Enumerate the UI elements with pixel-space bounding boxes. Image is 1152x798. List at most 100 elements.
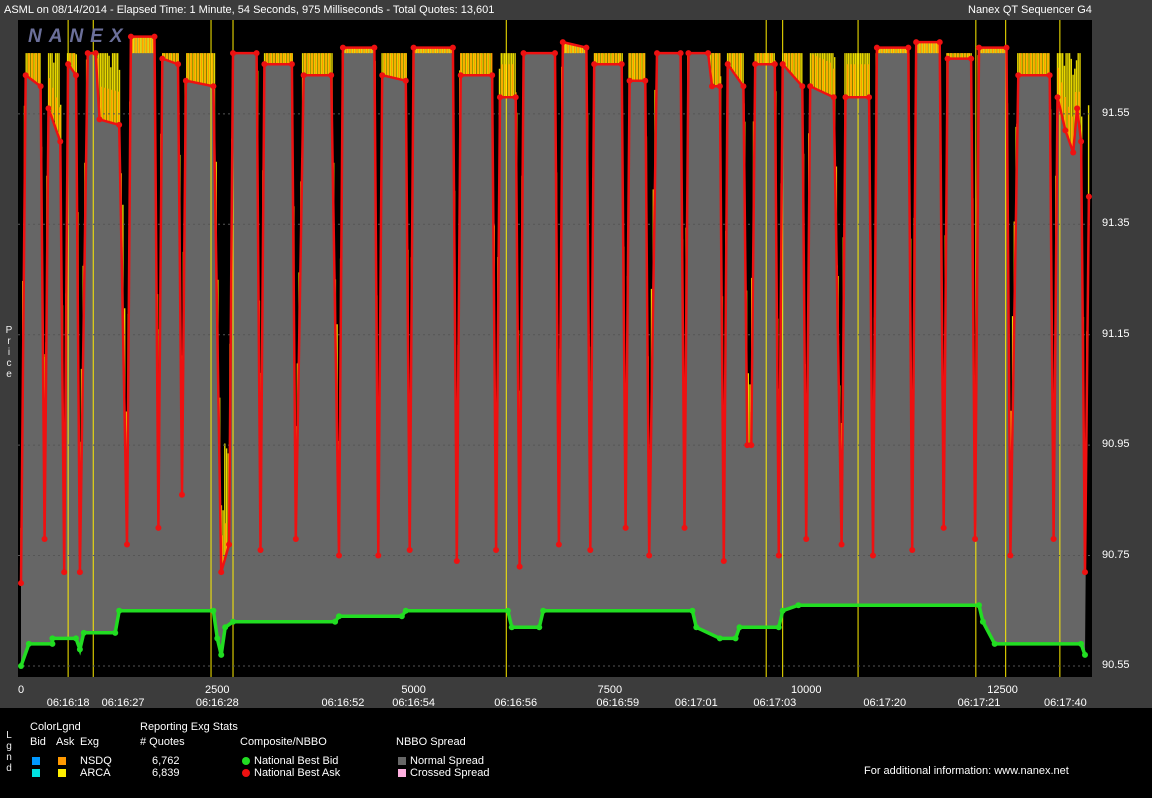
nbo-marker bbox=[242, 769, 250, 777]
quotes-header: # Quotes bbox=[140, 736, 185, 748]
nbo-point bbox=[779, 61, 786, 68]
nbo-point bbox=[288, 61, 295, 68]
nbo-point bbox=[1050, 535, 1057, 542]
nbb-point bbox=[775, 624, 782, 631]
nbo-point bbox=[909, 547, 916, 554]
info-link[interactable]: For additional information: www.nanex.ne… bbox=[864, 765, 1069, 777]
nbo-point bbox=[41, 535, 48, 542]
nbo-point bbox=[371, 44, 378, 51]
nbo-point bbox=[512, 94, 519, 101]
legend-label-letter: n bbox=[6, 752, 12, 763]
nbo-point bbox=[587, 547, 594, 554]
exchange-name: NSDQ bbox=[80, 755, 112, 767]
nbo-point bbox=[300, 72, 307, 79]
nbb-point bbox=[402, 607, 409, 614]
nbo-point bbox=[842, 94, 849, 101]
nbo-point bbox=[182, 77, 189, 84]
normal-spread-swatch bbox=[398, 757, 406, 765]
nbb-point bbox=[332, 618, 339, 625]
nbo-point bbox=[328, 72, 335, 79]
nbo-point bbox=[748, 442, 755, 449]
nbo-point bbox=[830, 94, 837, 101]
nbo-point bbox=[489, 72, 496, 79]
y-tick-label: 91.15 bbox=[1102, 327, 1130, 340]
nbo-point bbox=[116, 121, 123, 128]
time-tick-label: 06:17:03 bbox=[753, 697, 797, 709]
price-label-letter: c bbox=[6, 358, 12, 369]
nbo-point bbox=[1054, 94, 1061, 101]
nbo-point bbox=[151, 33, 158, 40]
nbo-point bbox=[84, 50, 91, 57]
quote-count: 6,839 bbox=[152, 767, 180, 779]
nbo-point bbox=[457, 72, 464, 79]
nbo-point bbox=[453, 558, 460, 565]
nbo-point bbox=[740, 83, 747, 90]
nbo-point bbox=[799, 83, 806, 90]
nbb-label: National Best Bid bbox=[254, 755, 339, 767]
nbo-point bbox=[591, 61, 598, 68]
nbo-point bbox=[559, 39, 566, 46]
nbb-point bbox=[49, 640, 56, 647]
nbo-point bbox=[622, 524, 629, 531]
nbo-point bbox=[1007, 552, 1014, 559]
nbb-point bbox=[49, 635, 56, 642]
nbo-point bbox=[45, 105, 52, 112]
nbo-point bbox=[705, 50, 712, 57]
nbo-point bbox=[944, 55, 951, 62]
nbo-point bbox=[159, 55, 166, 62]
nbo-point bbox=[972, 535, 979, 542]
composite-header: Composite/NBBO bbox=[240, 736, 327, 748]
nbo-point bbox=[1078, 138, 1085, 145]
nbo-point bbox=[375, 552, 382, 559]
nbo-point bbox=[406, 547, 413, 554]
time-tick-label: 06:17:01 bbox=[674, 697, 718, 709]
col-exg: Exg bbox=[80, 736, 99, 748]
nbo-point bbox=[555, 541, 562, 548]
nbb-marker bbox=[242, 757, 250, 765]
nbb-point bbox=[25, 640, 32, 647]
nanex-logo: NANEX bbox=[28, 26, 130, 47]
nbo-point bbox=[681, 524, 688, 531]
y-tick-label: 90.95 bbox=[1102, 438, 1130, 451]
nbo-point bbox=[230, 50, 237, 57]
nbo-point bbox=[838, 541, 845, 548]
nbo-point bbox=[292, 535, 299, 542]
nbb-point bbox=[336, 613, 343, 620]
nbo-point bbox=[57, 138, 64, 145]
nbb-point bbox=[398, 613, 405, 620]
nbb-point bbox=[536, 624, 543, 631]
nbo-point bbox=[775, 552, 782, 559]
price-chart bbox=[18, 20, 1092, 677]
nbb-point bbox=[991, 640, 998, 647]
nbb-point bbox=[18, 662, 24, 669]
nbo-point bbox=[551, 50, 558, 57]
nbo-point bbox=[1003, 44, 1010, 51]
exchange-name: ARCA bbox=[80, 767, 111, 779]
quote-count: 6,762 bbox=[152, 755, 180, 767]
nbo-point bbox=[618, 61, 625, 68]
nbo-point bbox=[709, 83, 716, 90]
nbo-point bbox=[720, 558, 727, 565]
legend-panel: ColorLgnd Bid Ask Exg NSDQ ARCA Reportin… bbox=[18, 713, 1092, 795]
time-tick-label: 06:17:21 bbox=[957, 697, 1001, 709]
chart-title: ASML on 08/14/2014 - Elapsed Time: 1 Min… bbox=[4, 4, 495, 16]
price-axis bbox=[1092, 20, 1152, 706]
y-tick-label: 91.55 bbox=[1102, 106, 1130, 119]
nbo-point bbox=[496, 94, 503, 101]
y-tick-label: 90.75 bbox=[1102, 548, 1130, 561]
nbo-point bbox=[410, 44, 417, 51]
nbo-point bbox=[873, 44, 880, 51]
nbo-point bbox=[336, 552, 343, 559]
nbb-point bbox=[732, 635, 739, 642]
nbb-point bbox=[214, 635, 221, 642]
nbo-point bbox=[866, 94, 873, 101]
nsdq-ask-swatch bbox=[58, 757, 66, 765]
nbo-point bbox=[210, 83, 217, 90]
nbo-point bbox=[677, 50, 684, 57]
nbo-point bbox=[226, 541, 233, 548]
nbo-point bbox=[1015, 72, 1022, 79]
price-label-letter: i bbox=[7, 347, 11, 358]
nbo-point bbox=[1074, 105, 1081, 112]
nbo-point bbox=[449, 44, 456, 51]
nbo-point bbox=[65, 61, 72, 68]
